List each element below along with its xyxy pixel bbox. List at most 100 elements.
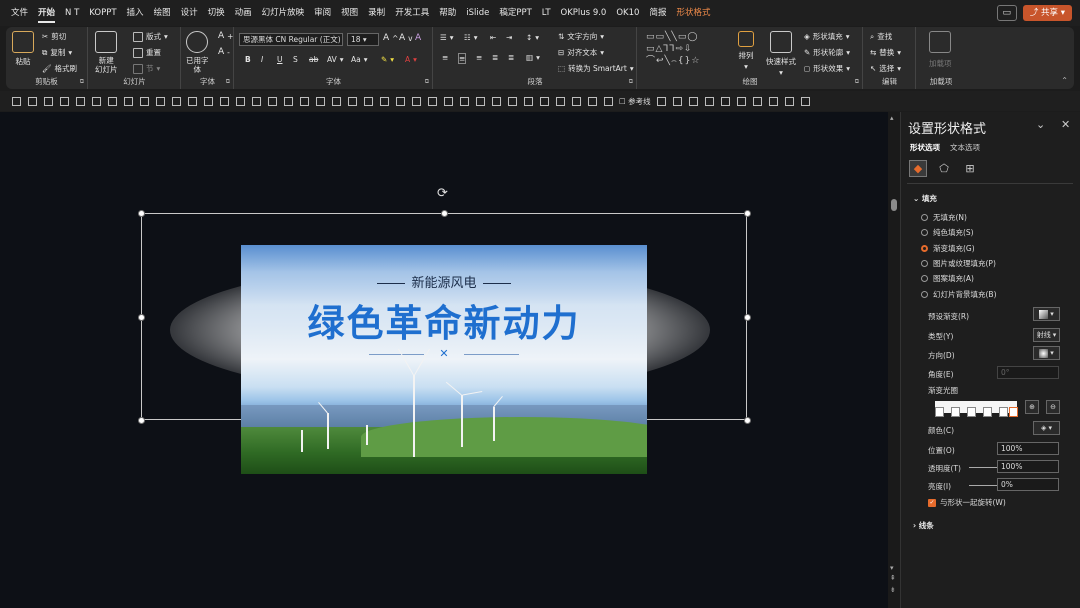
theme-icon[interactable] xyxy=(392,94,408,108)
copy-style-icon[interactable] xyxy=(312,94,328,108)
blue-square-icon[interactable] xyxy=(568,94,584,108)
align-right-button[interactable]: ≡ xyxy=(476,53,482,62)
menu-tab[interactable]: 插入 xyxy=(122,0,149,26)
target-icon[interactable] xyxy=(600,94,616,108)
align-middle-icon[interactable] xyxy=(520,94,536,108)
pen-icon[interactable] xyxy=(184,94,200,108)
shape-effects-button[interactable]: ◻ 形状效果 ▾ xyxy=(804,63,850,74)
table-insert-icon[interactable] xyxy=(472,94,488,108)
grow-font-button[interactable]: A + xyxy=(218,31,233,41)
line-section-header[interactable]: › 线条 xyxy=(913,520,934,531)
guides-toggle[interactable]: ☐ 参考线 xyxy=(616,96,654,107)
menu-tab[interactable]: iSlide xyxy=(461,0,494,26)
highlight-button[interactable]: ✎ ▾ xyxy=(381,55,394,64)
add-stop-icon[interactable]: ⊕ xyxy=(1025,400,1039,414)
fill-option-radio[interactable]: 图案填充(A) xyxy=(921,273,974,284)
shapes-gallery[interactable]: ▭▭╲╲▭◯ ▭△⅂⅂⇨⇩ ⌒↩╲⌢{}☆ xyxy=(646,31,700,67)
share-button[interactable]: ⤴ 共享 ▾ xyxy=(1022,5,1072,21)
color-dropdown[interactable]: ◈ ▾ xyxy=(1033,421,1060,435)
resize-handle-w[interactable] xyxy=(138,314,145,321)
arrange-button[interactable]: 排列 ▾ xyxy=(738,31,754,71)
crop-tool-icon[interactable] xyxy=(200,94,216,108)
color-square-icon[interactable] xyxy=(552,94,568,108)
copy-button[interactable]: ⧉ 复制 ▾ xyxy=(42,47,72,58)
menu-tab[interactable]: 录制 xyxy=(363,0,390,26)
font-color-button[interactable]: A ▾ xyxy=(405,55,417,64)
merge-icon[interactable] xyxy=(72,94,88,108)
clear-format-button[interactable]: A xyxy=(415,33,421,43)
select-button[interactable]: ↖ 选择 ▾ xyxy=(870,63,901,74)
direction-dropdown[interactable]: ▾ xyxy=(1033,346,1060,360)
align-bottom-icon[interactable] xyxy=(536,94,552,108)
scroll-thumb[interactable] xyxy=(891,199,897,211)
decrease-size-button[interactable]: Av xyxy=(399,33,413,43)
decrease-indent-button[interactable]: ⇤ xyxy=(490,33,496,42)
menu-tab[interactable]: 审阅 xyxy=(309,0,336,26)
square-a-icon[interactable] xyxy=(750,94,766,108)
distribute-button[interactable]: ≣ xyxy=(508,53,514,62)
line-spacing-button[interactable]: ↕ ▾ xyxy=(526,33,539,42)
fill-section-header[interactable]: ⌄ 填充 xyxy=(913,193,937,204)
resize-handle-e[interactable] xyxy=(744,314,751,321)
gradient-stop[interactable] xyxy=(951,407,960,417)
refresh-icon[interactable] xyxy=(264,94,280,108)
emoji-icon[interactable] xyxy=(456,94,472,108)
group-icon[interactable] xyxy=(360,94,376,108)
crop-icon[interactable] xyxy=(120,94,136,108)
chevron-down-icon[interactable]: ⌄ xyxy=(1036,118,1045,131)
shape-outline-button[interactable]: ✎ 形状轮廓 ▾ xyxy=(804,47,850,58)
picture-icon[interactable] xyxy=(424,94,440,108)
next-slide-icon[interactable]: ⇟ xyxy=(890,586,896,594)
find-button[interactable]: ⌕ 查找 xyxy=(870,31,892,42)
shape-fill-icon[interactable] xyxy=(152,94,168,108)
columns-button[interactable]: ▥ ▾ xyxy=(526,53,540,62)
menu-tab[interactable]: 切换 xyxy=(203,0,230,26)
effects-pentagon-icon[interactable]: ⬠ xyxy=(935,160,953,177)
undo-icon[interactable] xyxy=(296,94,312,108)
slide-image[interactable]: 新能源风电 绿色革命新动力 ✕ xyxy=(241,245,647,474)
quick-styles-button[interactable]: 快速样式 ▾ xyxy=(766,31,796,77)
gradient-stops-bar[interactable] xyxy=(935,401,1018,417)
size-properties-icon[interactable]: ⊞ xyxy=(961,160,979,177)
align-left-button[interactable]: ≡ xyxy=(442,53,448,62)
format-icon[interactable] xyxy=(670,94,686,108)
close-icon[interactable]: ✕ xyxy=(1061,118,1070,131)
shape-icon[interactable] xyxy=(56,94,72,108)
paste-button[interactable]: 粘贴 xyxy=(12,31,34,67)
fill-option-radio[interactable]: 纯色填充(S) xyxy=(921,227,974,238)
transparency-input[interactable]: 100% xyxy=(997,460,1059,473)
pause-icon[interactable] xyxy=(584,94,600,108)
replace-button[interactable]: ⇆ 替换 ▾ xyxy=(870,47,901,58)
dialog-launcher-icon[interactable]: ⧉ xyxy=(425,78,429,86)
dialog-launcher-icon[interactable]: ⧉ xyxy=(226,78,230,86)
shape-outline-icon[interactable] xyxy=(168,94,184,108)
prev-slide-icon[interactable]: ⇞ xyxy=(890,574,896,582)
menu-tab[interactable]: LT xyxy=(537,0,556,26)
square-b-icon[interactable] xyxy=(766,94,782,108)
bold-button[interactable]: B xyxy=(245,55,251,64)
paste-special-icon[interactable] xyxy=(8,94,24,108)
angle-input[interactable]: 0° xyxy=(997,366,1059,379)
increase-indent-button[interactable]: ⇥ xyxy=(506,33,512,42)
menu-tab[interactable]: 形状格式 xyxy=(671,0,715,26)
justify-button[interactable]: ≣ xyxy=(492,53,498,62)
arrange-icon[interactable] xyxy=(344,94,360,108)
fill-line-icon[interactable]: ◆ xyxy=(909,160,927,177)
collapse-ribbon-icon[interactable]: ⌃ xyxy=(1061,76,1068,85)
filter-icon[interactable] xyxy=(280,94,296,108)
resize-handle-ne[interactable] xyxy=(744,210,751,217)
fill-option-radio[interactable]: 无填充(N) xyxy=(921,212,967,223)
collapse-icon[interactable] xyxy=(734,94,750,108)
numbering-button[interactable]: ☷ ▾ xyxy=(464,33,478,42)
change-case-button[interactable]: Aa ▾ xyxy=(351,55,368,64)
format-painter-icon[interactable] xyxy=(232,94,248,108)
menu-tab[interactable]: KOPPT xyxy=(84,0,121,26)
bullets-button[interactable]: ☰ ▾ xyxy=(440,33,454,42)
picture-edit-icon[interactable] xyxy=(702,94,718,108)
brightness-input[interactable]: 0% xyxy=(997,478,1059,491)
position-input[interactable]: 100% xyxy=(997,442,1059,455)
align-icon[interactable] xyxy=(40,94,56,108)
align-center-button[interactable]: ≡ xyxy=(458,53,467,64)
scroll-up-icon[interactable]: ▴ xyxy=(890,114,894,122)
menu-tab[interactable]: 帮助 xyxy=(434,0,461,26)
